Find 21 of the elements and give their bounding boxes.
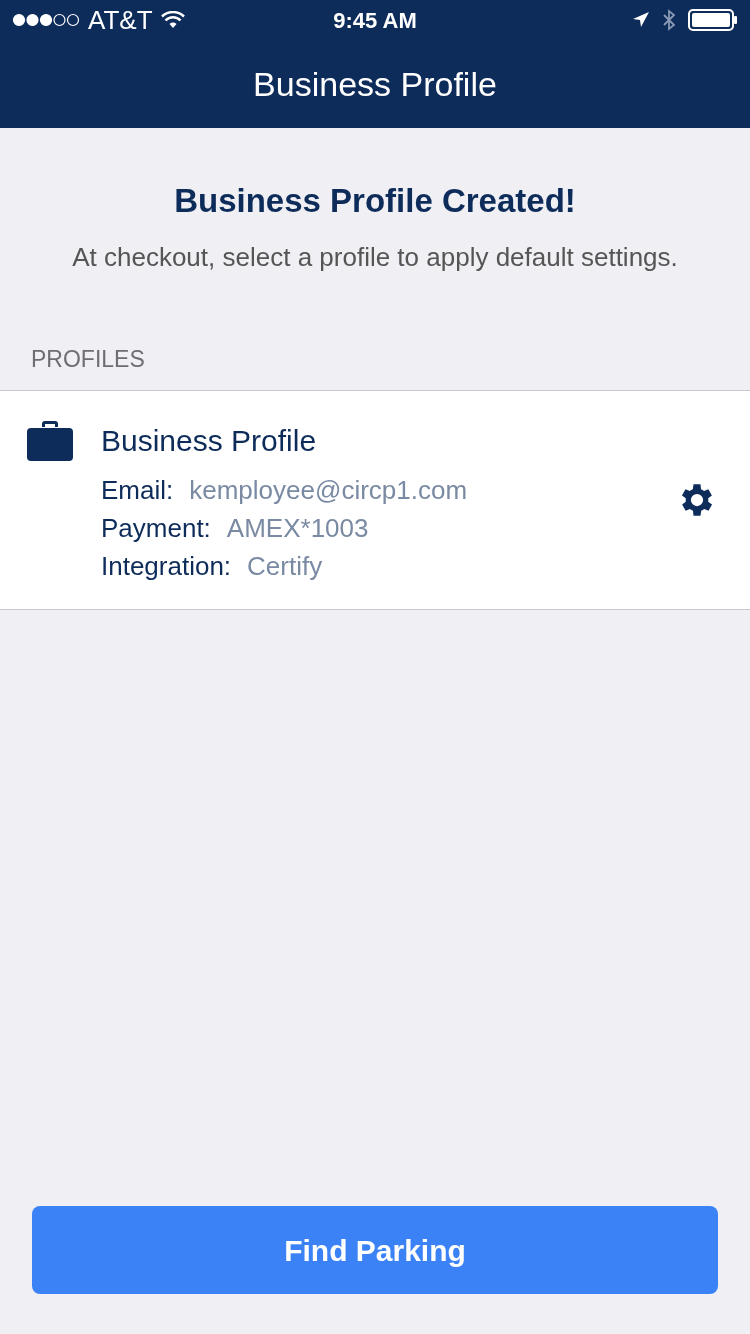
find-parking-button[interactable]: Find Parking (32, 1206, 718, 1294)
briefcase-icon (27, 421, 73, 461)
profile-name: Business Profile (101, 422, 318, 459)
signal-icon (12, 13, 80, 27)
location-icon (632, 11, 650, 29)
page-title: Business Profile (253, 63, 497, 105)
profile-row[interactable]: Business Profile Email: kemployee@circp1.com Payment: AMEX*1003 Integration: Certify (0, 390, 750, 610)
section-label: PROFILES (30, 344, 146, 374)
detail-label: Payment: (101, 511, 211, 545)
clock-text: 9:45 AM (333, 6, 417, 35)
detail-label: Integration: (101, 549, 232, 583)
success-message: At checkout, select a profile to apply default settings. (72, 240, 678, 274)
detail-value: kemployee@circp1.com (189, 473, 468, 507)
success-heading: Business Profile Created! (174, 181, 576, 221)
detail-value: Certify (247, 549, 323, 583)
detail-value: AMEX*1003 (226, 511, 369, 545)
carrier-text: AT&T (88, 3, 153, 37)
detail-label: Email: (101, 473, 174, 507)
wifi-icon (160, 11, 185, 29)
bluetooth-icon (662, 9, 676, 31)
battery-icon (688, 9, 738, 31)
